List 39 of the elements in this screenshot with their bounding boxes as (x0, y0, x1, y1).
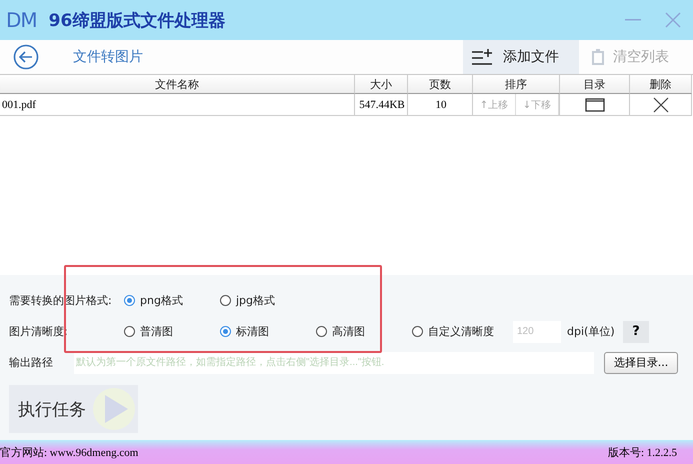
output-path-field[interactable]: 默认为第一个原文件路径，如需指定路径，点击右侧"选择目录..."按钮. (74, 352, 594, 374)
window-title: 96缔盟版式文件处理器 (48, 10, 226, 32)
radio-button[interactable] (316, 326, 327, 337)
column-header: 目录 (560, 75, 630, 94)
run-task-button[interactable]: 执行任务 (9, 385, 138, 433)
browse-button[interactable]: 选择目录... (604, 352, 678, 374)
column-header: 页数 (408, 75, 473, 94)
back-icon[interactable] (13, 44, 39, 70)
radio-option[interactable]: png格式 (124, 293, 220, 308)
radio-option[interactable]: 普清图 (124, 324, 220, 339)
help-button[interactable]: ? (623, 320, 649, 342)
column-header: 大小 (355, 75, 408, 94)
column-header: 排序 (473, 75, 560, 94)
trash-icon (591, 49, 605, 65)
close-icon (665, 12, 681, 28)
output-path-label: 输出路径 (9, 355, 54, 370)
column-header: 删除 (630, 75, 692, 94)
add-file-button[interactable]: 添加文件 (463, 40, 579, 74)
column-header: 文件名称 (0, 75, 355, 94)
website-text: 官方网站: www.96dmeng.com (0, 446, 138, 460)
radio-option[interactable]: 标清图 (220, 324, 316, 339)
app-logo: DM (6, 8, 37, 32)
dpi-unit-label: dpi(单位) (567, 324, 616, 339)
radio-button[interactable] (220, 295, 231, 306)
version-text: 版本号: 1.2.2.5 (608, 446, 677, 460)
dpi-field[interactable]: 120 (513, 320, 561, 342)
radio-option[interactable]: 自定义清晰度 (412, 324, 513, 339)
radio-button[interactable] (220, 326, 231, 337)
radio-option[interactable]: jpg格式 (220, 293, 316, 308)
radio-button[interactable] (124, 326, 135, 337)
folder-icon[interactable] (584, 98, 604, 112)
delete-icon[interactable] (652, 96, 668, 112)
play-icon (92, 387, 136, 431)
radio-button[interactable] (412, 326, 423, 337)
radio-button[interactable] (124, 295, 135, 306)
page-title: 文件转图片 (73, 48, 144, 66)
radio-option[interactable]: 高清图 (316, 324, 412, 339)
add-list-icon (471, 48, 493, 66)
minimize-icon (625, 19, 641, 21)
